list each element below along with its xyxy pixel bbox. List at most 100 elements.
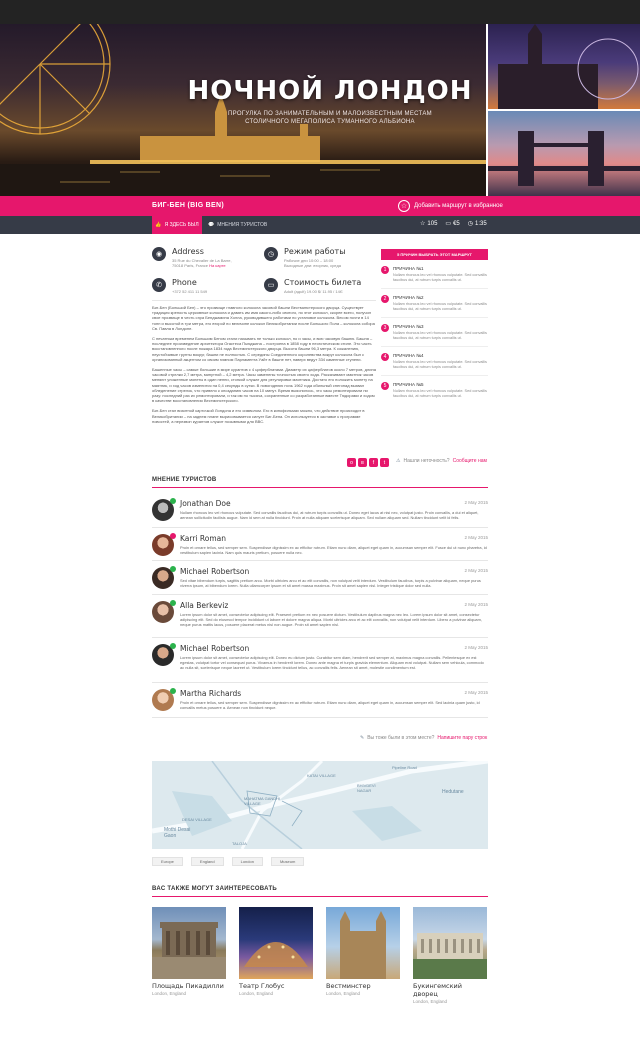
reason-number: 5 bbox=[381, 382, 389, 390]
tab-been-here[interactable]: 👍 Я ЗДЕСЬ БЫЛ bbox=[152, 216, 202, 234]
tag-chip[interactable]: Europe bbox=[152, 857, 183, 866]
star-icon: ☆ bbox=[398, 200, 410, 212]
review-date: 2 May 2015 bbox=[464, 690, 488, 695]
related-card[interactable]: Площадь Пикадилли London, England bbox=[152, 907, 226, 996]
westminster-abbey-scene bbox=[340, 911, 386, 979]
twitter-icon[interactable]: t bbox=[380, 458, 389, 467]
hero-banner: НОЧНОЙ ЛОНДОН ПРОГУЛКА ПО ЗАНИМАТЕЛЬНЫМ … bbox=[0, 24, 640, 196]
tag-chip[interactable]: Museum bbox=[270, 857, 305, 866]
related-heading: ВАС ТАКЖЕ МОГУТ ЗАИНТЕРЕСОВАТЬ bbox=[152, 886, 278, 892]
add-favorite-button[interactable]: ☆ Добавить маршрут в избранное bbox=[398, 200, 503, 212]
hero-thumb-tower-bridge[interactable] bbox=[488, 111, 640, 196]
related-subtitle: London, England bbox=[326, 991, 361, 996]
map-label: Hedutane bbox=[442, 789, 464, 795]
route-stats: ☆ 105 ▭ €5 ◷ 1:35 bbox=[420, 220, 487, 228]
hours-block: ◷ Режим работы Рабочие дни 10:00 – 18:00… bbox=[264, 247, 376, 268]
address-line2-wrap: 75018 Paris, France На карте bbox=[172, 263, 232, 268]
star-icon: ☆ bbox=[420, 221, 426, 227]
online-status-dot bbox=[170, 688, 176, 694]
related-image-piccadilly bbox=[152, 907, 226, 979]
review-author[interactable]: Karri Roman bbox=[180, 534, 226, 543]
related-card[interactable]: Театр Глобус London, England bbox=[239, 907, 313, 996]
tab-reviews-label: МНЕНИЯ ТУРИСТОВ bbox=[217, 222, 268, 228]
ticket-icon: ▭ bbox=[445, 221, 452, 227]
online-status-dot bbox=[170, 533, 176, 539]
related-title: Театр Глобус bbox=[239, 982, 285, 990]
reviews-heading: МНЕНИЕ ТУРИСТОВ bbox=[152, 477, 217, 483]
route-map[interactable]: KATAI VILLAGE BHIVDEVI NAGAR Hedutane MA… bbox=[152, 761, 488, 849]
review-date: 2 May 2015 bbox=[464, 535, 488, 540]
review-date: 2 May 2015 bbox=[464, 568, 488, 573]
map-label: Pipeline Road bbox=[392, 765, 417, 770]
reason-item: 3 ПРИЧИНА №3 Nullam rhoncus leo vel rhonc… bbox=[381, 318, 488, 347]
reason-number: 3 bbox=[381, 324, 389, 332]
related-image-buckingham bbox=[413, 907, 487, 979]
tag-chip[interactable]: London bbox=[231, 857, 263, 866]
map-label: DESAI VILLAGE bbox=[182, 817, 212, 822]
reason-title: ПРИЧИНА №2 bbox=[393, 295, 424, 300]
add-favorite-label: Добавить маршрут в избранное bbox=[414, 203, 503, 209]
review-author[interactable]: Alla Berkeviz bbox=[180, 601, 228, 610]
map-pin-icon: ◉ bbox=[152, 247, 166, 261]
review-item: Martha Richards 2 May 2015 Proin et orna… bbox=[152, 686, 488, 732]
clock-icon: ◷ bbox=[467, 221, 474, 227]
article-paragraph: Башенные часы – самые большие в мире кур… bbox=[152, 367, 376, 404]
warning-icon: ⚠ bbox=[396, 458, 401, 464]
reason-title: ПРИЧИНА №3 bbox=[393, 324, 424, 329]
favorites-stat: ☆ 105 bbox=[420, 220, 437, 228]
related-subtitle: London, England bbox=[413, 999, 448, 1004]
write-review-link[interactable]: Напишите пару строк bbox=[437, 735, 487, 741]
phone-number[interactable]: +372 52 411 11 549 bbox=[172, 289, 207, 294]
divider bbox=[152, 637, 488, 638]
article-text: Биг-Бен (Большой Бен) – это прозвище гла… bbox=[152, 305, 376, 424]
review-author[interactable]: Jonathan Doe bbox=[180, 499, 231, 508]
reason-item: 4 ПРИЧИНА №4 Nullam rhoncus leo vel rhonc… bbox=[381, 347, 488, 376]
related-subtitle: London, England bbox=[152, 991, 187, 996]
hero-subtitle: ПРОГУЛКА ПО ЗАНИМАТЕЛЬНЫМ И МАЛОИЗВЕСТНЫ… bbox=[220, 110, 440, 126]
hours-heading: Режим работы bbox=[284, 247, 346, 256]
related-title: Вестминстер bbox=[326, 982, 371, 990]
buckingham-palace-scene bbox=[413, 933, 487, 979]
tag-chip[interactable]: England bbox=[190, 857, 224, 866]
review-author[interactable]: Michael Robertson bbox=[180, 644, 249, 653]
map-link[interactable]: На карте bbox=[209, 263, 225, 268]
reason-item: 2 ПРИЧИНА №2 Nullam rhoncus leo vel rhonc… bbox=[381, 289, 488, 318]
related-card[interactable]: Вестминстер London, England bbox=[326, 907, 400, 996]
ticket-block: ▭ Стоимость билета Adult (адult) 19.00 $… bbox=[264, 278, 376, 294]
reason-text: Nullam rhoncus leo vel rhoncus vulputate… bbox=[393, 273, 487, 282]
reason-number: 4 bbox=[381, 353, 389, 361]
tab-been-here-label: Я ЗДЕСЬ БЫЛ bbox=[164, 222, 199, 228]
related-card[interactable]: Букингемский дворец London, England bbox=[413, 907, 487, 1004]
review-text: Lorem ipsum dolor sit amet, consectetur … bbox=[180, 612, 482, 627]
related-title: Площадь Пикадилли bbox=[152, 982, 224, 990]
facebook-icon[interactable]: f bbox=[369, 458, 378, 467]
divider bbox=[152, 560, 488, 561]
reason-text: Nullam rhoncus leo vel rhoncus vulputate… bbox=[393, 389, 487, 398]
review-author[interactable]: Martha Richards bbox=[180, 689, 241, 698]
review-author[interactable]: Michael Robertson bbox=[180, 567, 249, 576]
review-text: Sed vitae bibendum turpis, sagittis pret… bbox=[180, 578, 481, 588]
review-date: 2 May 2015 bbox=[464, 645, 488, 650]
thumbs-up-icon: 👍 bbox=[155, 222, 162, 228]
pencil-icon: ✎ bbox=[360, 735, 365, 741]
related-title: Букингемский дворец bbox=[413, 982, 462, 998]
tab-reviews[interactable]: 💬 МНЕНИЯ ТУРИСТОВ bbox=[208, 216, 267, 234]
related-heading-rule bbox=[152, 896, 488, 897]
review-item: Michael Robertson 2 May 2015 Lorem ipsum… bbox=[152, 641, 488, 687]
vk-icon[interactable]: в bbox=[358, 458, 367, 467]
divider bbox=[152, 300, 376, 301]
tabs-bar: 👍 Я ЗДЕСЬ БЫЛ 💬 МНЕНИЯ ТУРИСТОВ ☆ 105 ▭ €5… bbox=[0, 216, 640, 234]
divider bbox=[152, 682, 488, 683]
article-paragraph: Биг-Бен стал визитной карточкой Лондона … bbox=[152, 408, 365, 424]
odnoklassniki-icon[interactable]: o bbox=[347, 458, 356, 467]
hero-thumb-westminster[interactable] bbox=[488, 24, 640, 109]
hours-text: Рабочие дни 10:00 – 18:00 Выходные дни: … bbox=[284, 258, 346, 268]
reason-title: ПРИЧИНА №5 bbox=[393, 382, 424, 387]
report-link[interactable]: Сообщите нам bbox=[453, 458, 487, 464]
article-paragraph: С печатным временем Большим Беном стали … bbox=[152, 336, 373, 362]
hours-line2: Выходные дни: вторник, среда bbox=[284, 263, 341, 268]
review-text: Nullam rhoncus leo vel rhoncus vulputate… bbox=[180, 510, 479, 520]
write-question: Вы тоже были в этом месте? bbox=[367, 735, 435, 741]
online-status-dot bbox=[170, 643, 176, 649]
related-image-westminster bbox=[326, 907, 400, 979]
